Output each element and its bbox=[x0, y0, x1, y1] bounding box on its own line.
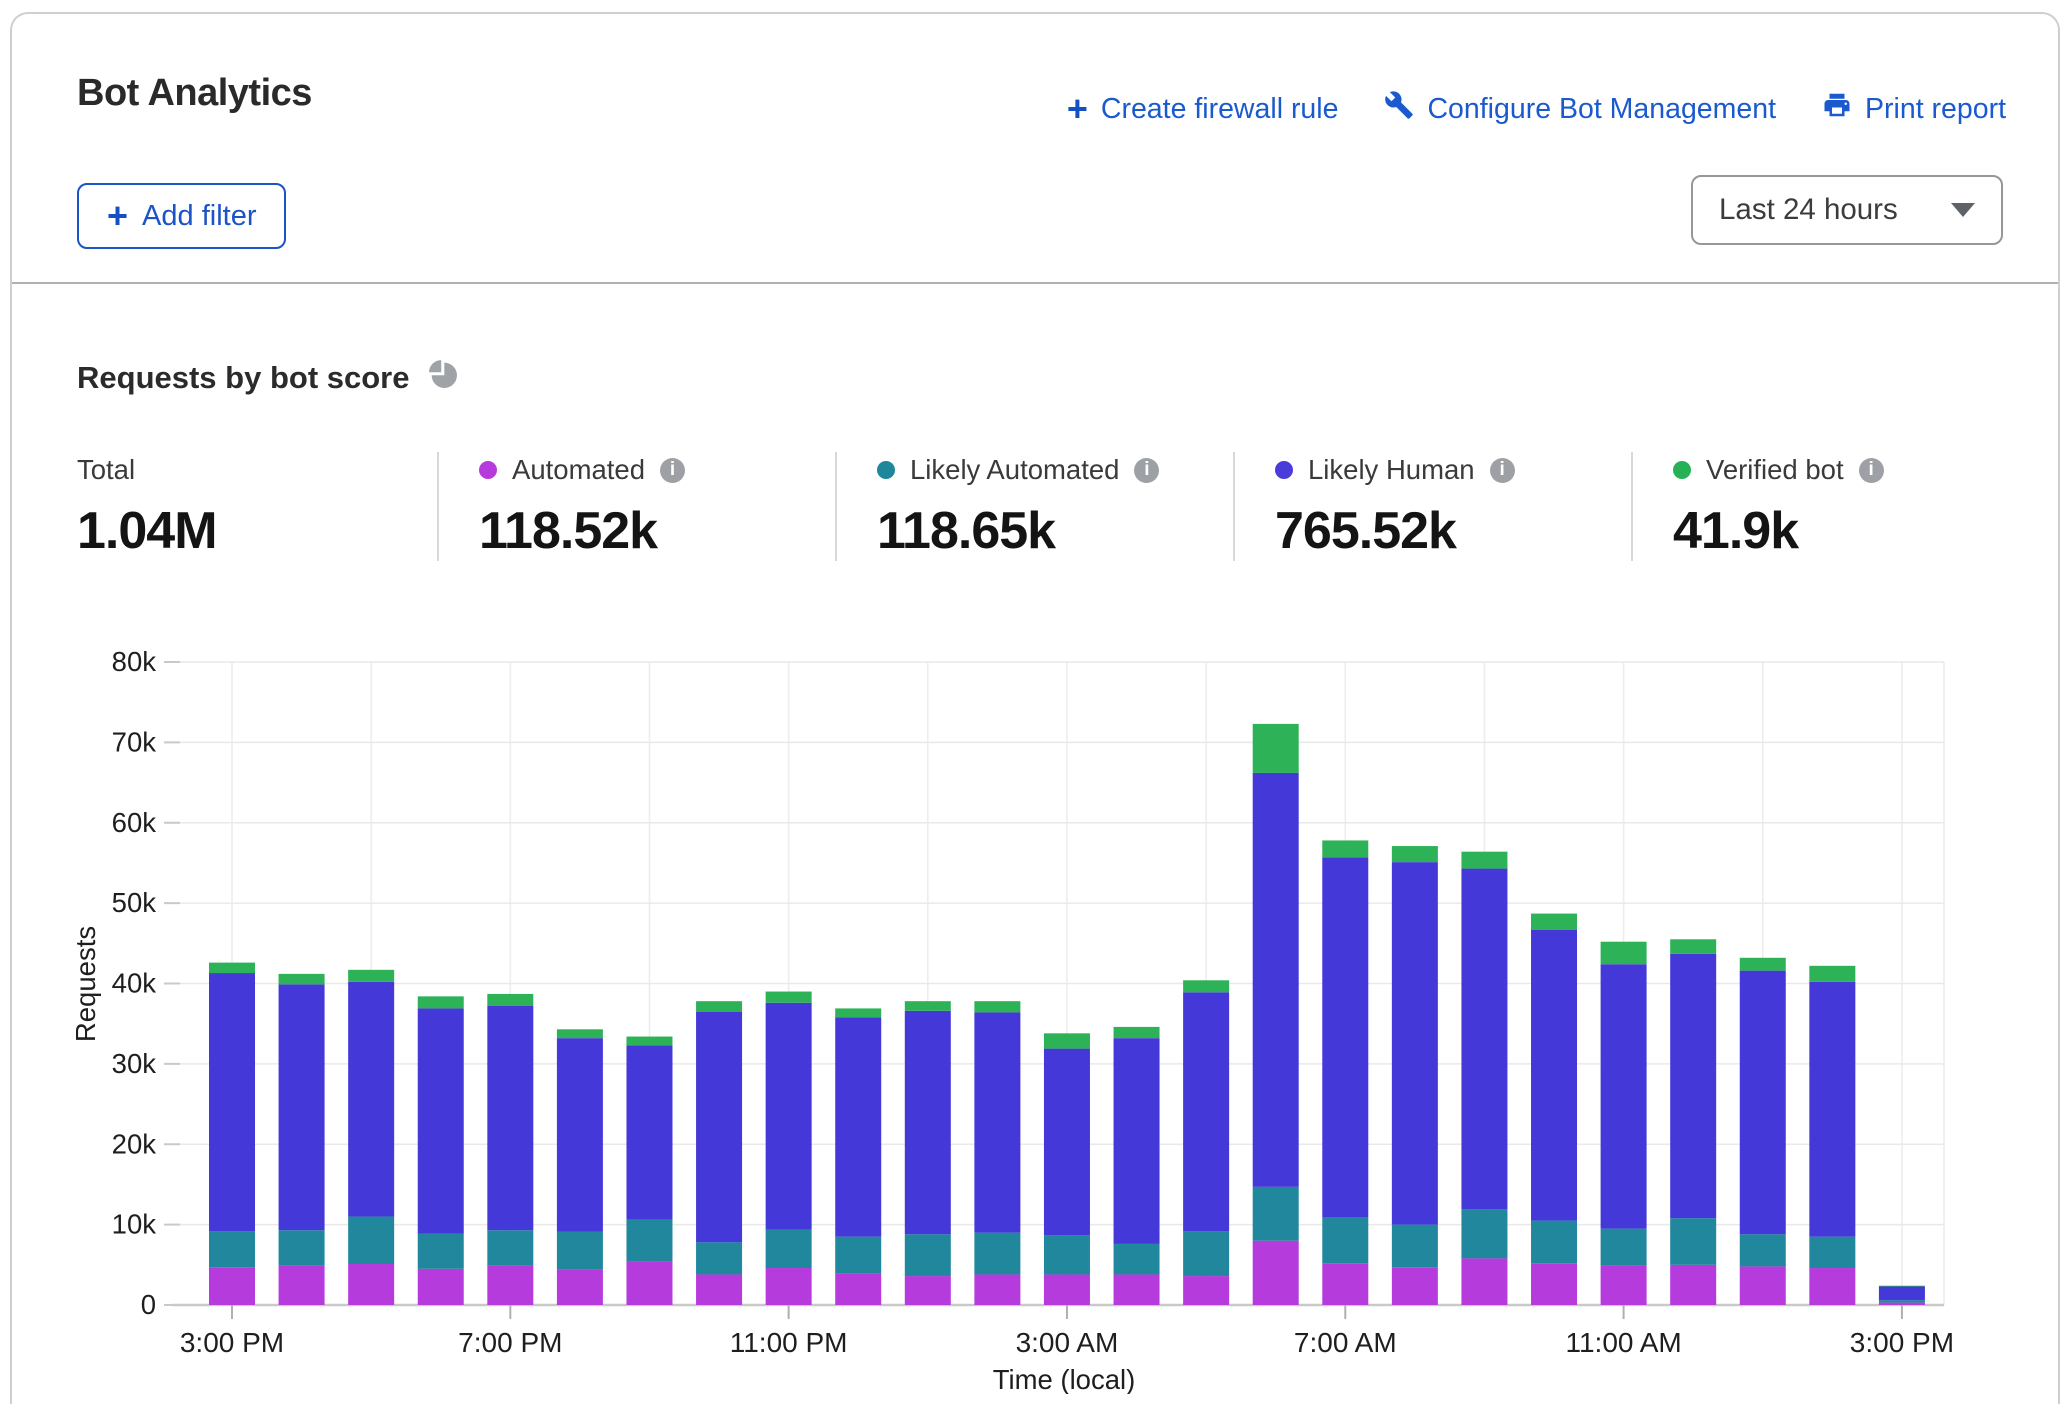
verified-bot-legend-dot bbox=[1673, 461, 1691, 479]
create-firewall-rule-label: Create firewall rule bbox=[1101, 93, 1339, 126]
stat-total: Total 1.04M bbox=[77, 452, 437, 561]
stat-value: 118.52k bbox=[479, 501, 835, 561]
stat-verified-bot: Verified bot i 41.9k bbox=[1631, 452, 2029, 561]
plus-icon: + bbox=[1067, 91, 1088, 127]
stat-label: Automated bbox=[512, 454, 645, 486]
stat-likely-automated: Likely Automated i 118.65k bbox=[835, 452, 1233, 561]
stat-label: Verified bot bbox=[1706, 454, 1844, 486]
wrench-icon bbox=[1384, 90, 1414, 128]
info-icon[interactable]: i bbox=[1134, 458, 1159, 483]
info-icon[interactable]: i bbox=[660, 458, 685, 483]
section-title: Requests by bot score bbox=[77, 358, 458, 397]
header-actions: + Create firewall rule Configure Bot Man… bbox=[1067, 90, 2006, 128]
info-icon[interactable]: i bbox=[1859, 458, 1884, 483]
print-report-link[interactable]: Print report bbox=[1822, 90, 2006, 128]
print-report-label: Print report bbox=[1865, 93, 2006, 126]
stat-automated: Automated i 118.52k bbox=[437, 452, 835, 561]
create-firewall-rule-link[interactable]: + Create firewall rule bbox=[1067, 91, 1339, 127]
stat-label: Total bbox=[77, 454, 135, 486]
card-header: Bot Analytics + Create firewall rule Con… bbox=[12, 14, 2058, 284]
plus-icon: + bbox=[107, 198, 128, 234]
likely-human-legend-dot bbox=[1275, 461, 1293, 479]
chevron-down-icon bbox=[1951, 203, 1975, 217]
time-range-dropdown[interactable]: Last 24 hours bbox=[1691, 175, 2003, 245]
page-title: Bot Analytics bbox=[77, 72, 312, 115]
add-filter-label: Add filter bbox=[142, 200, 256, 233]
add-filter-button[interactable]: + Add filter bbox=[77, 183, 286, 249]
stat-value: 118.65k bbox=[877, 501, 1233, 561]
automated-legend-dot bbox=[479, 461, 497, 479]
pie-chart-icon bbox=[427, 358, 458, 397]
configure-bot-management-link[interactable]: Configure Bot Management bbox=[1384, 90, 1776, 128]
stat-label: Likely Human bbox=[1308, 454, 1475, 486]
likely-automated-legend-dot bbox=[877, 461, 895, 479]
bot-analytics-card: Bot Analytics + Create firewall rule Con… bbox=[10, 12, 2060, 1404]
stats-row: Total 1.04M Automated i 118.52k Likely A… bbox=[77, 452, 2029, 561]
stat-likely-human: Likely Human i 765.52k bbox=[1233, 452, 1631, 561]
stat-value: 1.04M bbox=[77, 501, 437, 561]
stat-label: Likely Automated bbox=[910, 454, 1119, 486]
printer-icon bbox=[1822, 90, 1852, 128]
configure-bot-management-label: Configure Bot Management bbox=[1427, 93, 1776, 126]
section-title-text: Requests by bot score bbox=[77, 360, 409, 396]
time-range-value: Last 24 hours bbox=[1719, 193, 1898, 227]
info-icon[interactable]: i bbox=[1490, 458, 1515, 483]
stat-value: 41.9k bbox=[1673, 501, 2029, 561]
stat-value: 765.52k bbox=[1275, 501, 1631, 561]
